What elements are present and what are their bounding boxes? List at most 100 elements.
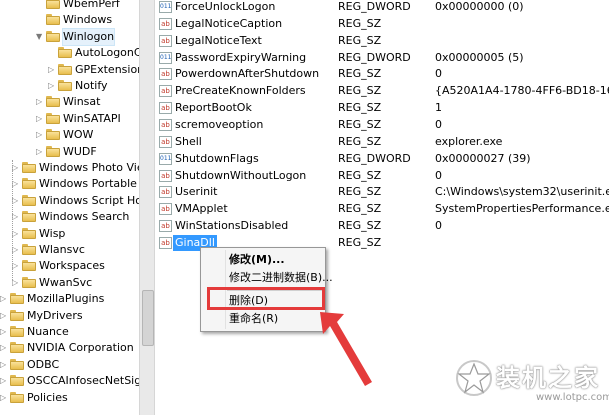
tree-item[interactable]: ▷ Wisp: [0, 226, 139, 242]
watermark: 装机之家 www.lotpc.com: [452, 356, 609, 410]
tree-item[interactable]: ▷ WOW: [0, 127, 139, 143]
tree-item[interactable]: ▷ WUDF: [0, 144, 139, 160]
registry-value-row[interactable]: ab PowerdownAfterShutdown REG_SZ 0: [156, 66, 609, 82]
expand-arrow-icon[interactable]: ▷: [48, 62, 56, 78]
expand-arrow-icon[interactable]: [36, 0, 44, 12]
expand-arrow-icon[interactable]: ▷: [0, 390, 8, 406]
registry-value-row[interactable]: ab PreCreateKnownFolders REG_SZ {A520A1A4-1…: [156, 83, 609, 99]
expand-arrow-icon[interactable]: ▷: [12, 275, 20, 291]
tree-item[interactable]: ▷ Wlansvc: [0, 242, 139, 258]
registry-value-row[interactable]: ab Userinit REG_SZ C:\Windows\system32\user…: [156, 184, 609, 200]
tree-item[interactable]: ▷ OSCCAInfosecNetSign: [0, 373, 139, 389]
tree-item[interactable]: ▷ MozillaPlugins: [0, 291, 139, 307]
tree-item[interactable]: ▷ Windows Portable De: [0, 176, 139, 192]
registry-value-row[interactable]: ab VMApplet REG_SZ SystemPropertiesPerforma…: [156, 201, 609, 217]
tree-item[interactable]: ▷ Winsat: [0, 94, 139, 110]
expand-arrow-icon[interactable]: ▷: [0, 308, 8, 324]
tree-item[interactable]: Windows: [0, 12, 139, 28]
registry-value-row[interactable]: ab scremoveoption REG_SZ 0: [156, 117, 609, 133]
expand-arrow-icon[interactable]: ▷: [0, 324, 8, 340]
value-type: REG_SZ: [338, 202, 382, 216]
value-type: REG_SZ: [338, 134, 382, 148]
registry-tree[interactable]: WbemPerf Windows ▼ Winlogon AutoLogonC ▷ GPExt…: [0, 0, 139, 415]
tree-item-label: Windows Script Host: [39, 193, 139, 207]
registry-value-row[interactable]: 011 PasswordExpiryWarning REG_DWORD 0x00000…: [156, 50, 609, 66]
tree-item-label: Windows Portable De: [39, 177, 139, 191]
expand-arrow-icon[interactable]: ▷: [12, 176, 20, 192]
expand-arrow-icon[interactable]: ▷: [36, 127, 44, 143]
expand-arrow-icon[interactable]: ▷: [12, 209, 20, 225]
expand-arrow-icon[interactable]: ▷: [12, 258, 20, 274]
expand-arrow-icon[interactable]: ▷: [36, 94, 44, 110]
tree-item[interactable]: ▷ Workspaces: [0, 258, 139, 274]
tree-item-label: Windows Photo Viewe: [39, 161, 139, 174]
tree-item[interactable]: ▷ Nuance: [0, 324, 139, 340]
registry-value-list[interactable]: 011 ForceUnlockLogon REG_DWORD 0x00000000 (…: [156, 0, 609, 415]
value-name: ForceUnlockLogon: [175, 0, 276, 13]
registry-value-row[interactable]: ab WinStationsDisabled REG_SZ 0: [156, 218, 609, 234]
expand-arrow-icon[interactable]: ▷: [36, 111, 44, 127]
expand-arrow-icon[interactable]: ▷: [12, 226, 20, 242]
expand-arrow-icon[interactable]: ▷: [48, 78, 56, 94]
menu-item-modify[interactable]: 修改(M)...: [229, 251, 285, 269]
tree-item-label: WOW: [63, 128, 94, 142]
tree-item[interactable]: ▷ Policies: [0, 390, 139, 406]
tree-item[interactable]: WbemPerf: [0, 0, 139, 12]
expand-arrow-icon[interactable]: ▷: [0, 291, 8, 307]
scrollbar-thumb[interactable]: [142, 290, 154, 346]
registry-value-row[interactable]: 011 ForceUnlockLogon REG_DWORD 0x00000000 (…: [156, 0, 609, 15]
value-name: scremoveoption: [175, 117, 264, 131]
folder-icon: [10, 293, 24, 305]
folder-icon: [46, 129, 60, 141]
expanded-arrow-icon[interactable]: ▼: [36, 29, 44, 45]
expand-arrow-icon[interactable]: ▷: [0, 357, 8, 373]
tree-item-label: OSCCAInfosecNetSign: [27, 374, 139, 388]
expand-arrow-icon[interactable]: ▷: [12, 242, 20, 258]
tree-item[interactable]: ▷ Windows Photo Viewe: [0, 160, 139, 176]
value-type: REG_DWORD: [338, 151, 411, 165]
tree-item[interactable]: ▷ WwanSvc: [0, 275, 139, 291]
value-type: REG_SZ: [338, 235, 382, 249]
folder-icon: [46, 145, 60, 157]
menu-item-modify-binary[interactable]: 修改二进制数据(B)...: [229, 269, 333, 287]
expand-arrow-icon[interactable]: ▷: [0, 340, 8, 356]
delete-highlight-box: [207, 287, 325, 310]
tree-item-label: Policies: [27, 390, 68, 404]
tree-scrollbar[interactable]: [139, 0, 155, 415]
tree-item[interactable]: ▷ Notify: [0, 78, 139, 94]
tree-item[interactable]: ▷ WinSATAPI: [0, 111, 139, 127]
tree-item[interactable]: ▷ MyDrivers: [0, 308, 139, 324]
value-name: PowerdownAfterShutdown: [175, 67, 320, 81]
value-data: 0: [435, 67, 442, 81]
binary-value-icon: 011: [159, 1, 172, 13]
registry-value-row[interactable]: 011 ShutdownFlags REG_DWORD 0x00000027 (39): [156, 151, 609, 167]
tree-item[interactable]: ▷ Windows Search: [0, 209, 139, 225]
expand-arrow-icon[interactable]: [48, 45, 56, 61]
menu-item-rename[interactable]: 重命名(R): [229, 310, 278, 328]
expand-arrow-icon[interactable]: ▷: [12, 160, 20, 176]
expand-arrow-icon[interactable]: ▷: [12, 193, 20, 209]
expand-arrow-icon[interactable]: ▷: [0, 373, 8, 389]
tree-item-label: MyDrivers: [27, 308, 83, 322]
binary-value-icon: 011: [159, 51, 172, 64]
value-type: REG_DWORD: [338, 50, 411, 64]
tree-item[interactable]: ▷ NVIDIA Corporation: [0, 340, 139, 356]
tree-item[interactable]: ▷ Windows Script Host: [0, 193, 139, 209]
tree-item[interactable]: ▷ ODBC: [0, 357, 139, 373]
folder-icon: [58, 80, 72, 91]
folder-icon: [10, 342, 24, 354]
registry-value-row[interactable]: ab LegalNoticeCaption REG_SZ: [156, 16, 609, 32]
registry-value-row[interactable]: ab Shell REG_SZ explorer.exe: [156, 134, 609, 150]
tree-item[interactable]: ▷ GPExtension: [0, 62, 139, 78]
registry-value-row[interactable]: ab ShutdownWithoutLogon REG_SZ 0: [156, 168, 609, 184]
tree-item-label: Workspaces: [39, 259, 105, 273]
expand-arrow-icon[interactable]: [36, 12, 44, 28]
tree-item-label: Wisp: [39, 226, 66, 240]
registry-value-row[interactable]: ab ReportBootOk REG_SZ 1: [156, 100, 609, 116]
tree-item[interactable]: ▼ Winlogon: [0, 27, 139, 46]
tree-item-label: WUDF: [63, 144, 97, 158]
expand-arrow-icon[interactable]: ▷: [36, 144, 44, 160]
registry-value-row[interactable]: ab LegalNoticeText REG_SZ: [156, 33, 609, 49]
folder-icon: [46, 30, 60, 42]
tree-item[interactable]: AutoLogonC: [0, 45, 139, 61]
